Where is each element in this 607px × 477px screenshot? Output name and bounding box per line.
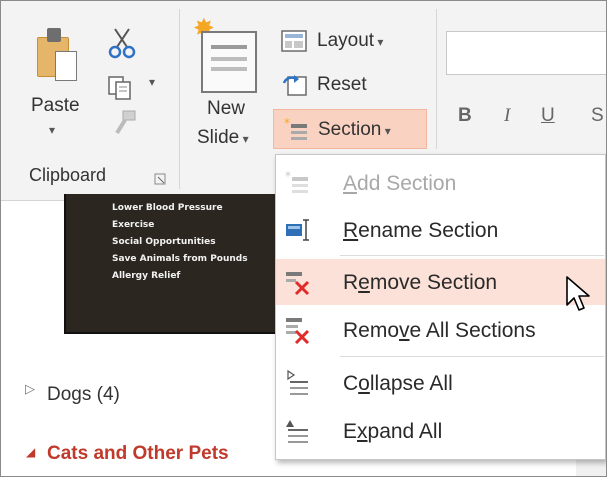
section-dogs[interactable]: Dogs (4): [47, 384, 120, 406]
thumbnail-line: Social Opportunities: [112, 237, 216, 247]
slide-thumbnail[interactable]: Lower Blood Pressure Exercise Social Opp…: [64, 194, 294, 334]
section-label-wrap: Section ▾: [318, 119, 391, 140]
strikethrough-button[interactable]: S: [591, 105, 604, 127]
group-divider: [179, 9, 180, 189]
menu-item-label-accel: o: [358, 372, 370, 395]
new-slide-label-line2: Slide: [197, 127, 240, 148]
format-painter-icon[interactable]: [111, 109, 139, 137]
section-dropdown-menu: * Add Section Rename Section Remove Sect…: [275, 154, 606, 460]
thumbnail-line: Save Animals from Pounds: [112, 254, 248, 264]
expand-all-icon: [286, 420, 308, 443]
new-slide-button[interactable]: Slide ▾: [197, 127, 249, 149]
cut-icon[interactable]: [107, 27, 137, 59]
menu-separator: [340, 356, 604, 357]
mouse-pointer-icon: [566, 276, 590, 311]
copy-dropdown-arrow[interactable]: ▾: [149, 75, 155, 89]
menu-item-label: Remove Section: [343, 271, 498, 294]
thumbnail-text-list: Lower Blood Pressure Exercise Social Opp…: [112, 200, 248, 285]
paste-clip-shape: [47, 28, 61, 42]
menu-item-label: Collapse All: [343, 372, 453, 395]
section-label: Section: [318, 119, 382, 140]
menu-item-label-accel: e: [358, 271, 370, 294]
paste-paper-shape: [55, 51, 77, 81]
paste-dropdown-arrow[interactable]: ▾: [49, 123, 55, 137]
group-divider-2: [436, 9, 437, 149]
menu-item-label: Rename Section: [343, 219, 499, 242]
layout-label: Layout: [317, 30, 375, 51]
add-section-icon: *: [285, 169, 308, 193]
menu-item-collapse-all[interactable]: Collapse All: [276, 360, 605, 406]
menu-item-label: Add Section: [343, 172, 457, 195]
layout-icon[interactable]: [280, 29, 310, 55]
rename-section-icon: [286, 219, 309, 241]
svg-text:*: *: [284, 116, 290, 130]
menu-item-remove-section[interactable]: Remove Section: [276, 259, 605, 305]
thumbnail-line: Lower Blood Pressure: [112, 203, 223, 213]
menu-item-label: Expand All: [343, 420, 443, 443]
menu-item-add-section[interactable]: * Add Section: [276, 160, 605, 206]
italic-button[interactable]: I: [504, 105, 510, 127]
section-cats[interactable]: Cats and Other Pets: [47, 443, 229, 465]
svg-text:*: *: [285, 169, 291, 183]
thumbnail-line: Allergy Relief: [112, 271, 181, 281]
new-slide-icon[interactable]: [201, 31, 257, 93]
remove-all-sections-icon: [286, 318, 310, 344]
underline-button[interactable]: U: [541, 105, 555, 127]
menu-item-label-accel: x: [357, 420, 368, 443]
dialog-launcher-icon[interactable]: [154, 173, 166, 185]
clipboard-group-label: Clipboard: [29, 165, 107, 185]
remove-section-icon: [286, 272, 310, 296]
reset-button[interactable]: Reset: [317, 74, 367, 96]
reset-icon[interactable]: [280, 73, 310, 99]
menu-item-label-accel: v: [399, 319, 410, 342]
powerpoint-window: Paste ▾ ▾ Clipboard ✸ New Slide ▾ Layout…: [0, 0, 607, 477]
collapse-all-icon: [287, 369, 308, 395]
new-slide-label-line1[interactable]: New: [207, 98, 245, 120]
bold-button[interactable]: B: [458, 105, 472, 127]
menu-item-remove-all-sections[interactable]: Remove All Sections: [276, 307, 605, 353]
section-icon: *: [284, 116, 307, 140]
menu-separator: [340, 255, 604, 256]
menu-item-label-accel: A: [343, 172, 358, 195]
thumbnail-line: Exercise: [112, 220, 155, 230]
menu-item-label: Remove All Sections: [343, 319, 536, 342]
expand-triangle-icon[interactable]: ◢: [26, 445, 35, 459]
menu-item-expand-all[interactable]: Expand All: [276, 408, 605, 454]
copy-icon[interactable]: [107, 75, 137, 101]
menu-item-label-accel: R: [343, 219, 359, 242]
collapse-triangle-icon[interactable]: ▷: [25, 381, 35, 397]
menu-item-rename-section[interactable]: Rename Section: [276, 207, 605, 253]
layout-button[interactable]: Layout ▾: [317, 30, 383, 52]
paste-button[interactable]: Paste: [31, 95, 80, 117]
font-name-input[interactable]: [446, 31, 606, 75]
